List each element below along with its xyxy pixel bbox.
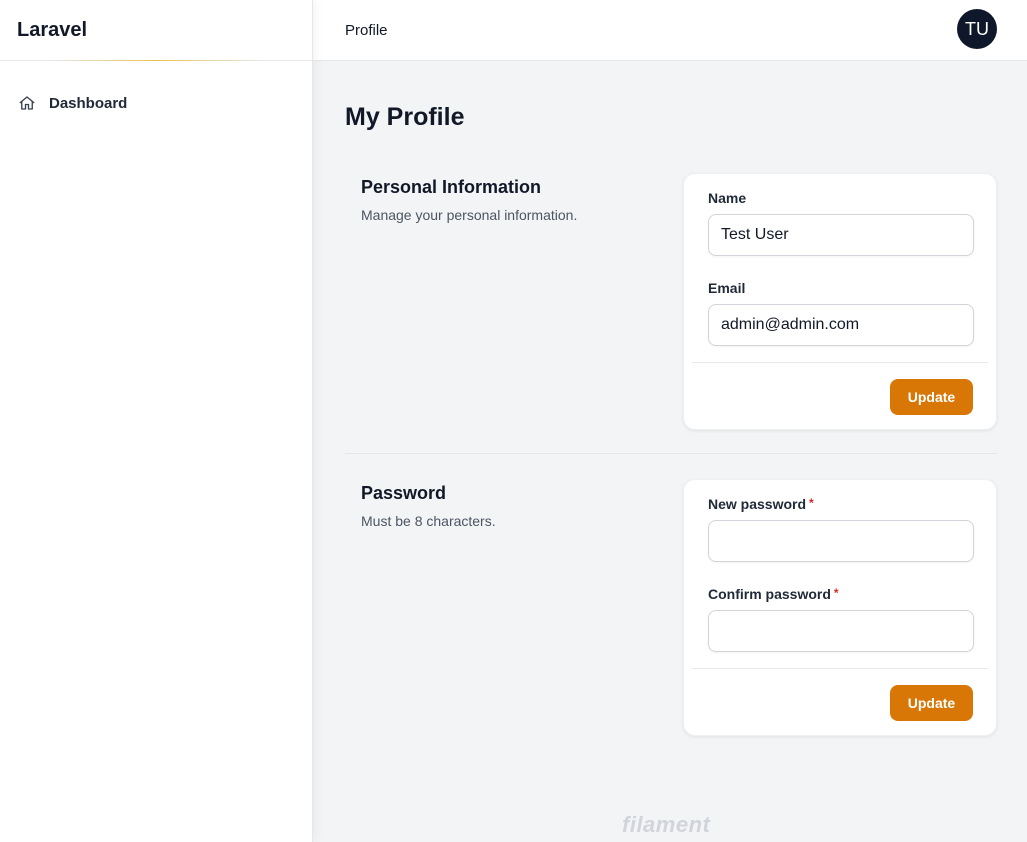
app-name[interactable]: Laravel	[17, 19, 87, 42]
email-input[interactable]	[708, 304, 974, 346]
confirm-password-label: Confirm password *	[708, 586, 839, 602]
email-label: Email	[708, 280, 746, 296]
breadcrumb[interactable]: Profile	[345, 22, 388, 39]
brand-underline	[50, 60, 262, 61]
app-brand[interactable]: Laravel	[0, 0, 312, 61]
user-avatar[interactable]: TU	[957, 9, 997, 49]
password-description: Must be 8 characters.	[361, 513, 496, 529]
sidebar-nav: Dashboard	[0, 61, 312, 123]
section-separator	[345, 453, 997, 454]
personal-info-heading: Personal Information	[361, 177, 542, 197]
filament-logo: filament	[622, 812, 711, 837]
required-marker: *	[833, 586, 839, 600]
card-divider	[692, 668, 988, 669]
home-icon	[19, 96, 35, 110]
name-label: Name	[708, 190, 747, 206]
page-title: My Profile	[345, 103, 465, 131]
password-card: New password * Confirm password * Update	[683, 479, 997, 736]
sidebar-item-dashboard[interactable]: Dashboard	[0, 83, 312, 123]
new-password-label: New password *	[708, 496, 814, 512]
confirm-password-input[interactable]	[708, 610, 974, 652]
card-divider	[692, 362, 988, 363]
name-input[interactable]	[708, 214, 974, 256]
sidebar: Laravel Dashboard	[0, 0, 313, 842]
confirm-password-label-text: Confirm password	[708, 586, 831, 602]
required-marker: *	[809, 496, 814, 510]
personal-info-card: Name Email Update	[683, 173, 997, 430]
main-content: My Profile Personal Information Manage y…	[313, 61, 1027, 842]
update-profile-button[interactable]: Update	[890, 379, 973, 415]
new-password-input[interactable]	[708, 520, 974, 562]
personal-info-description: Manage your personal information.	[361, 207, 578, 223]
update-password-button[interactable]: Update	[890, 685, 973, 721]
password-heading: Password	[361, 483, 447, 503]
new-password-label-text: New password	[708, 496, 807, 512]
topbar: Profile TU	[313, 0, 1027, 61]
sidebar-item-label: Dashboard	[49, 94, 128, 112]
